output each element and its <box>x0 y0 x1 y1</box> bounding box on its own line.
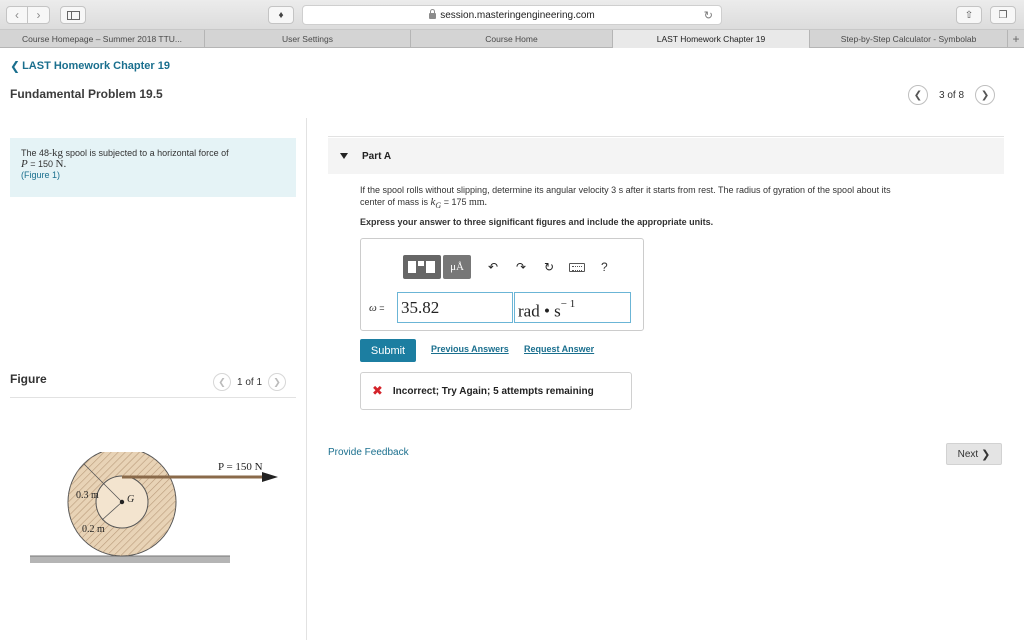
problem-pager-text: 3 of 8 <box>939 89 965 101</box>
figure-link[interactable]: (Figure 1) <box>21 170 285 181</box>
next-figure-button[interactable]: ❯ <box>268 373 287 391</box>
arrow-head-icon <box>262 472 278 482</box>
undo-icon[interactable]: ↶ <box>487 260 499 274</box>
figure-pager-text: 1 of 1 <box>237 376 263 388</box>
collapse-triangle-icon <box>340 153 348 159</box>
answer-variable-label: ω = <box>369 302 385 314</box>
center-of-mass-dot <box>119 499 125 505</box>
next-button-label: Next <box>957 448 979 460</box>
submit-button[interactable]: Submit <box>360 339 416 362</box>
problem-pager: ❮ 3 of 8 ❯ <box>908 85 996 105</box>
nav-buttons: ‹ › <box>6 6 50 24</box>
keyboard-icon[interactable] <box>569 262 585 272</box>
help-icon[interactable]: ? <box>601 260 608 274</box>
tab-bar: Course Homepage – Summer 2018 TTU... Use… <box>0 30 1024 48</box>
forward-arrow-icon[interactable]: › <box>28 6 50 24</box>
chevron-right-icon: ❯ <box>981 448 991 461</box>
force-label: P = 150 N <box>218 461 263 473</box>
reload-icon[interactable]: ↻ <box>704 9 713 22</box>
part-a-header[interactable]: Part A <box>328 138 1004 174</box>
figure-pager: ❮ 1 of 1 ❯ <box>213 373 287 391</box>
page-title: Fundamental Problem 19.5 <box>10 87 163 101</box>
instruction-text: Express your answer to three significant… <box>360 217 714 227</box>
back-arrow-icon[interactable]: ‹ <box>6 6 28 24</box>
answer-unit-input[interactable]: rad • s− 1 <box>514 292 631 323</box>
question-text: If the spool rolls without slipping, det… <box>360 184 990 212</box>
tab-course-homepage[interactable]: Course Homepage – Summer 2018 TTU... <box>0 30 205 48</box>
url-text: session.masteringengineering.com <box>440 9 595 21</box>
back-to-assignment-link[interactable]: ❮ LAST Homework Chapter 19 <box>10 59 170 73</box>
spool-figure: P = 150 N 0.3 m G 0.2 m <box>30 452 278 563</box>
part-label: Part A <box>362 150 392 162</box>
address-bar[interactable]: session.masteringengineering.com ↻ <box>302 5 722 25</box>
outer-radius-label: 0.3 m <box>76 490 99 501</box>
templates-icon[interactable] <box>403 255 441 279</box>
divider <box>328 136 1004 137</box>
column-divider <box>306 118 307 640</box>
previous-answers-link[interactable]: Previous Answers <box>431 344 509 354</box>
redo-icon[interactable]: ↷ <box>515 260 527 274</box>
chevron-left-icon: ❮ <box>10 59 21 73</box>
answer-box: μÅ ↶ ↷ ↻ ? ω = 35.82 rad • s− 1 <box>360 238 644 331</box>
divider <box>10 397 296 398</box>
question-line-2: center of mass is kG = 175 mm. <box>360 196 488 210</box>
problem-line-2: P = 150 N. <box>21 158 67 170</box>
units-symbols-button[interactable]: μÅ <box>443 255 471 279</box>
next-problem-button[interactable]: ❯ <box>975 85 996 105</box>
share-icon[interactable]: ⇧ <box>956 6 982 24</box>
question-line-1: If the spool rolls without slipping, det… <box>360 185 891 195</box>
show-tabs-icon[interactable]: ❐ <box>990 6 1016 24</box>
inner-radius-label: 0.2 m <box>82 524 105 535</box>
ground <box>30 556 230 563</box>
back-link-label: LAST Homework Chapter 19 <box>22 60 170 72</box>
tab-last-homework[interactable]: LAST Homework Chapter 19 <box>613 30 810 48</box>
reset-icon[interactable]: ↻ <box>543 260 555 274</box>
extension-icon[interactable]: ♦ <box>268 6 294 24</box>
sidebar-toggle-icon[interactable] <box>60 6 86 24</box>
feedback-box: ✖ Incorrect; Try Again; 5 attempts remai… <box>360 372 632 410</box>
tab-course-home[interactable]: Course Home <box>411 30 613 48</box>
center-label: G <box>127 494 134 505</box>
new-tab-button[interactable]: + <box>1008 30 1024 48</box>
math-toolbar: μÅ ↶ ↷ ↻ ? <box>403 255 608 279</box>
tab-user-settings[interactable]: User Settings <box>205 30 411 48</box>
next-button[interactable]: Next ❯ <box>946 443 1002 465</box>
figure-heading: Figure <box>10 372 47 386</box>
previous-figure-button[interactable]: ❮ <box>213 373 231 391</box>
tab-symbolab[interactable]: Step-by-Step Calculator - Symbolab <box>810 30 1008 48</box>
request-answer-link[interactable]: Request Answer <box>524 344 594 354</box>
previous-problem-button[interactable]: ❮ <box>908 85 928 105</box>
problem-statement: The 48-kg spool is subjected to a horizo… <box>10 138 296 197</box>
browser-toolbar: ‹ › ♦ session.masteringengineering.com ↻… <box>0 0 1024 30</box>
answer-value-input[interactable]: 35.82 <box>397 292 513 323</box>
provide-feedback-link[interactable]: Provide Feedback <box>328 447 409 458</box>
incorrect-x-icon: ✖ <box>372 383 383 398</box>
feedback-message: Incorrect; Try Again; 5 attempts remaini… <box>392 385 594 397</box>
lock-icon <box>429 9 437 19</box>
